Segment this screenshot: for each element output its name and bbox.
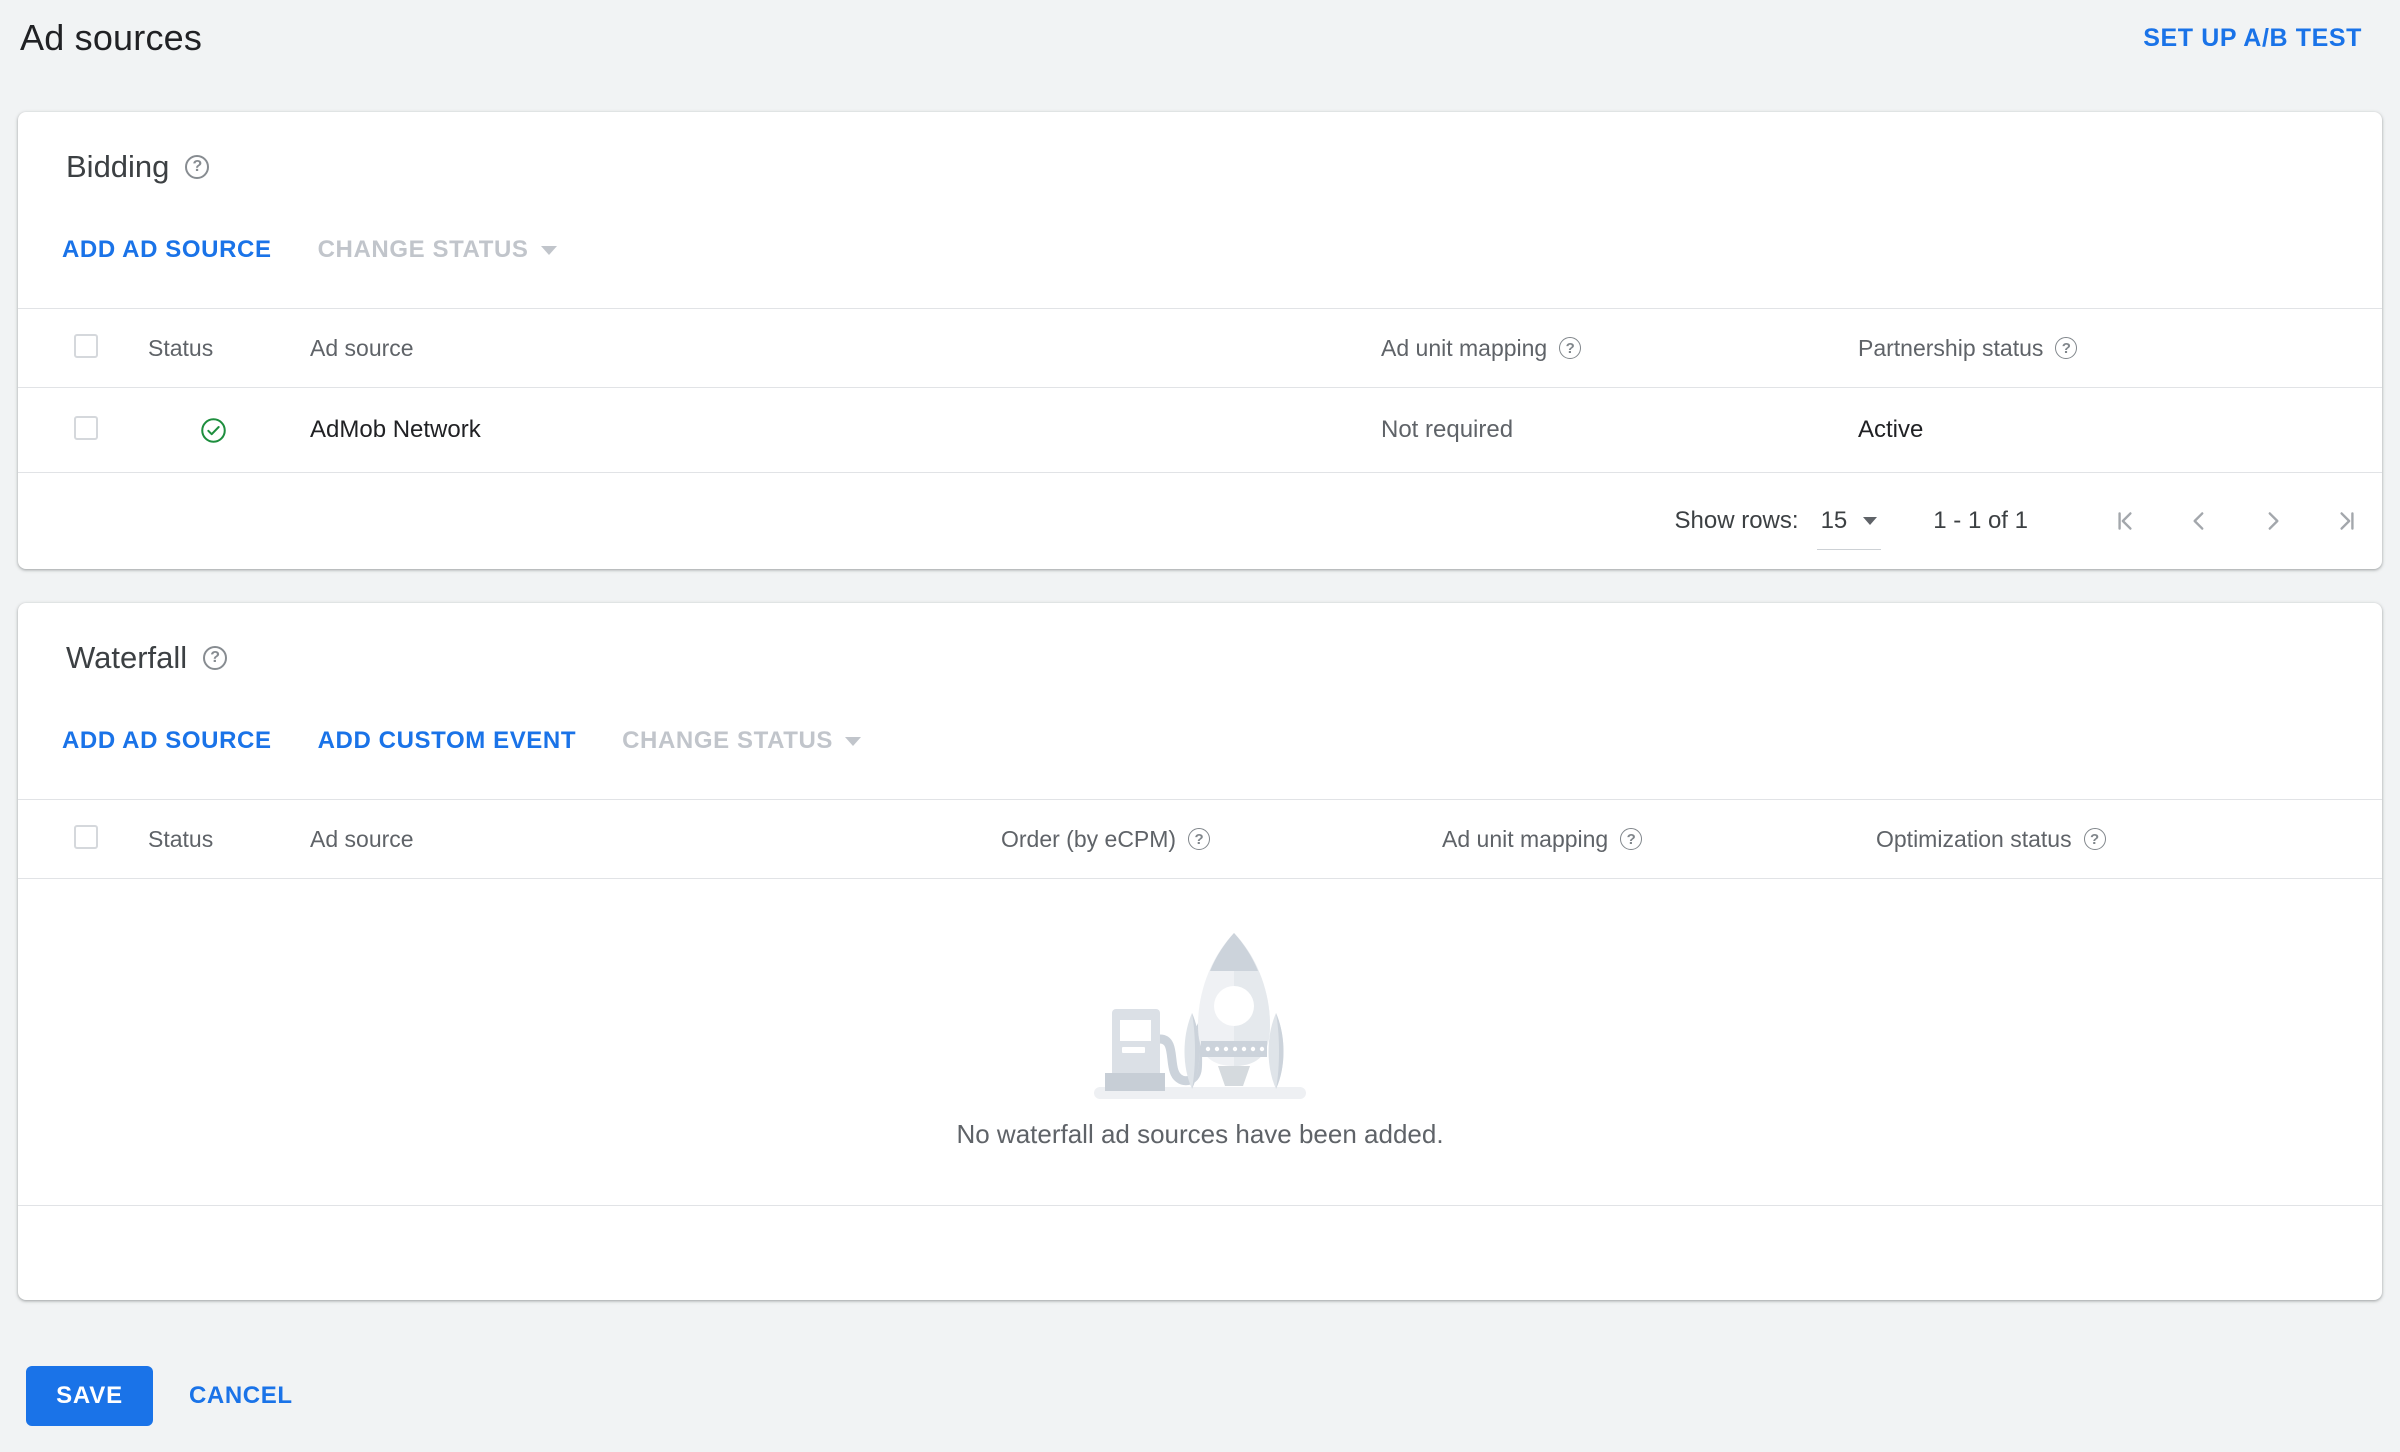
- rows-per-page-value: 15: [1820, 506, 1848, 534]
- row-checkbox-cell: [74, 415, 148, 445]
- show-rows-label: Show rows:: [1674, 507, 1799, 534]
- waterfall-add-custom-event-button[interactable]: ADD CUSTOM EVENT: [318, 727, 577, 755]
- waterfall-card: Waterfall ? ADD AD SOURCE ADD CUSTOM EVE…: [18, 603, 2382, 1300]
- bidding-card: Bidding ? ADD AD SOURCE CHANGE STATUS St…: [18, 112, 2382, 569]
- waterfall-col-status: Status: [148, 825, 214, 852]
- select-caret-icon: [1863, 516, 1878, 525]
- page-range-label: 1 - 1 of 1: [1933, 507, 2028, 534]
- bidding-toolbar: ADD AD SOURCE CHANGE STATUS: [18, 186, 2382, 308]
- bidding-col-partnership-status: Partnership status ?: [1858, 335, 2382, 362]
- waterfall-title-row: Waterfall ?: [18, 603, 2382, 677]
- bidding-header-checkbox-cell: [74, 333, 148, 363]
- row-ad-source: AdMob Network: [310, 416, 481, 443]
- waterfall-empty-state: No waterfall ad sources have been added.: [18, 879, 2382, 1205]
- last-page-icon: [2340, 512, 2354, 530]
- check-circle-icon: [201, 417, 226, 443]
- waterfall-header-checkbox-cell: [74, 824, 148, 854]
- waterfall-ad-unit-mapping-help-icon[interactable]: ?: [1620, 828, 1643, 850]
- ad-sources-page: Ad sources SET UP A/B TEST Bidding ? ADD…: [0, 0, 2400, 1426]
- order-ecpm-help-icon[interactable]: ?: [1188, 828, 1211, 850]
- waterfall-add-ad-source-button[interactable]: ADD AD SOURCE: [62, 727, 272, 755]
- waterfall-col-optimization-status: Optimization status ?: [1876, 826, 2382, 853]
- chevron-left-icon: [2193, 512, 2204, 530]
- select-all-checkbox[interactable]: [74, 333, 98, 358]
- waterfall-col-order: Order (by eCPM) ?: [1001, 826, 1442, 853]
- row-partnership-status: Active: [1858, 416, 1924, 443]
- next-page-button[interactable]: [2260, 508, 2286, 534]
- waterfall-col-ad-unit-mapping: Ad unit mapping ?: [1442, 826, 1876, 853]
- chevron-right-icon: [2268, 512, 2279, 530]
- optimization-status-help-icon[interactable]: ?: [2083, 828, 2106, 850]
- waterfall-toolbar: ADD AD SOURCE ADD CUSTOM EVENT CHANGE ST…: [18, 677, 2382, 799]
- page-footer: SAVE CANCEL: [26, 1366, 2400, 1426]
- waterfall-col-ad-source: Ad source: [310, 825, 414, 852]
- bidding-pagination: Show rows: 15 1 - 1 of 1: [18, 473, 2382, 569]
- page-header: Ad sources SET UP A/B TEST: [0, 0, 2400, 70]
- chevron-down-icon: [845, 736, 862, 746]
- cancel-button[interactable]: CANCEL: [189, 1382, 293, 1410]
- page-title: Ad sources: [20, 17, 203, 58]
- bidding-table-header: Status Ad source Ad unit mapping ? Partn…: [18, 308, 2382, 388]
- chevron-down-icon: [540, 245, 557, 255]
- bidding-col-ad-source: Ad source: [310, 334, 414, 361]
- rows-per-page-select[interactable]: 15: [1816, 506, 1882, 550]
- bidding-title: Bidding: [66, 149, 170, 184]
- row-ad-unit-mapping: Not required: [1381, 416, 1514, 443]
- bidding-title-row: Bidding ?: [18, 112, 2382, 186]
- waterfall-table-header: Status Ad source Order (by eCPM) ? Ad un…: [18, 799, 2382, 879]
- last-page-button[interactable]: [2334, 508, 2360, 534]
- save-button[interactable]: SAVE: [26, 1366, 153, 1426]
- table-row: AdMob Network Not required Active: [18, 388, 2382, 473]
- set-up-ab-test-button[interactable]: SET UP A/B TEST: [2143, 24, 2362, 53]
- first-page-icon: [2118, 512, 2132, 530]
- pager-controls: [2112, 508, 2360, 534]
- first-page-button[interactable]: [2112, 508, 2138, 534]
- waterfall-title: Waterfall: [66, 640, 188, 675]
- waterfall-empty-message: No waterfall ad sources have been added.: [956, 1119, 1444, 1149]
- waterfall-select-all-checkbox[interactable]: [74, 824, 98, 849]
- bidding-help-icon[interactable]: ?: [185, 155, 210, 179]
- waterfall-change-status-label: CHANGE STATUS: [622, 727, 834, 754]
- waterfall-help-icon[interactable]: ?: [203, 646, 228, 670]
- ad-unit-mapping-help-icon[interactable]: ?: [1559, 337, 1582, 359]
- rocket-and-fuel-pump-illustration: [1094, 933, 1306, 1099]
- bidding-change-status-button[interactable]: CHANGE STATUS: [318, 236, 557, 264]
- previous-page-button[interactable]: [2186, 508, 2212, 534]
- partnership-status-help-icon[interactable]: ?: [2055, 337, 2078, 359]
- waterfall-change-status-button[interactable]: CHANGE STATUS: [622, 727, 862, 755]
- bidding-col-ad-unit-mapping: Ad unit mapping ?: [1381, 335, 1858, 362]
- waterfall-footer-strip: [18, 1205, 2382, 1300]
- row-checkbox[interactable]: [74, 415, 98, 440]
- row-status-cell: [200, 417, 310, 444]
- bidding-add-ad-source-button[interactable]: ADD AD SOURCE: [62, 236, 272, 264]
- bidding-change-status-label: CHANGE STATUS: [317, 236, 529, 263]
- bidding-col-status: Status: [148, 334, 214, 361]
